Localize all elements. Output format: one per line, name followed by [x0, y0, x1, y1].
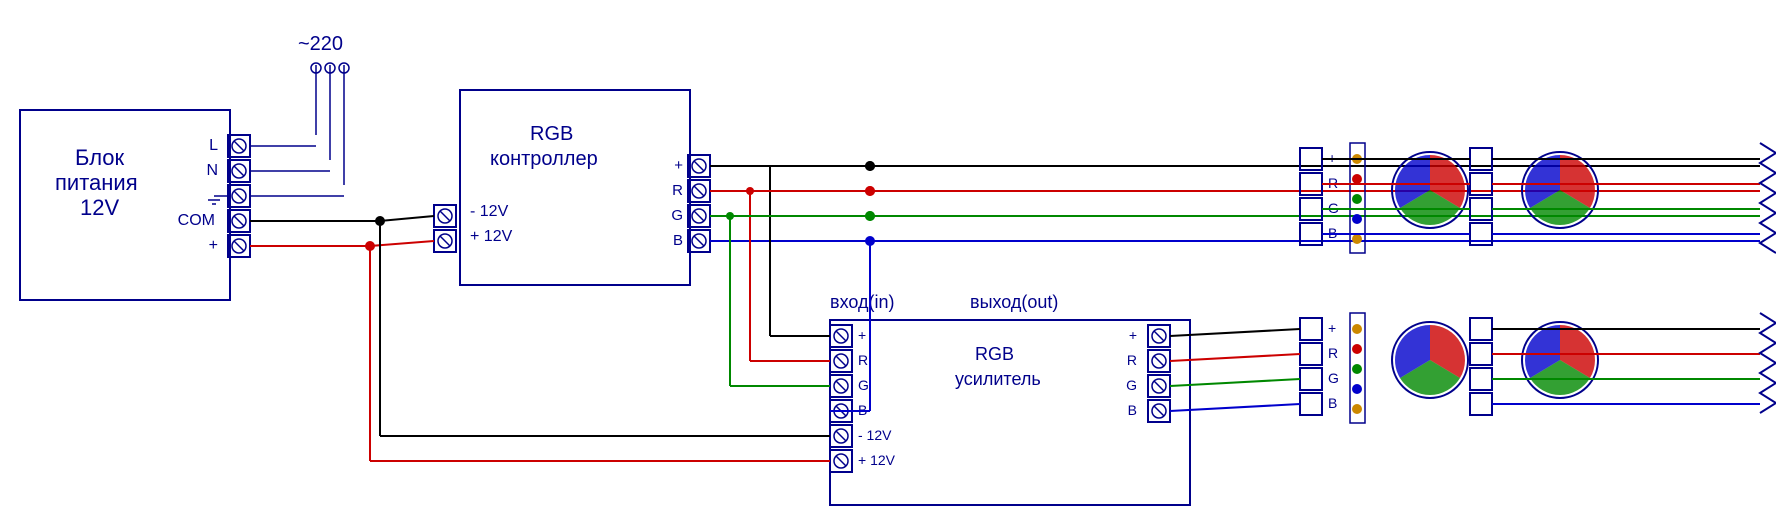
rgb-controller-label2: контроллер	[490, 148, 598, 170]
power-supply-voltage: 12V	[80, 195, 119, 220]
power-supply-label2: питания	[55, 170, 138, 195]
terminal-L: L	[209, 137, 218, 154]
amp-in-G: G	[858, 377, 869, 393]
ac-voltage-label: ~220	[298, 33, 343, 55]
strip2-plus: +	[1328, 320, 1336, 336]
strip2-G: G	[1328, 370, 1339, 386]
input-label: вход(in)	[830, 292, 894, 312]
strip2-R: R	[1328, 345, 1338, 361]
terminal-N: N	[206, 162, 218, 179]
strip2-B: B	[1328, 395, 1337, 411]
rgb-controller-label1: RGB	[530, 123, 573, 145]
ctrl-out-G: G	[671, 207, 683, 224]
amp-in-plus2: + 12V	[858, 452, 896, 468]
amp-in-plus: +	[858, 327, 866, 343]
amp-in-minus: - 12V	[858, 427, 892, 443]
terminal-COM: COM	[178, 212, 215, 229]
output-label: выход(out)	[970, 292, 1058, 312]
amp-out-G: G	[1126, 377, 1137, 393]
amp-out-B: B	[1128, 402, 1137, 418]
amp-label1: RGB	[975, 344, 1014, 364]
ctrl-plus-label: + 12V	[470, 228, 513, 245]
power-supply-label: Блок	[75, 145, 125, 170]
ctrl-out-R: R	[672, 182, 683, 199]
terminal-plus-ps: +	[209, 237, 218, 254]
amp-out-R: R	[1127, 352, 1137, 368]
ctrl-minus-label: - 12V	[470, 203, 509, 220]
wiring-diagram: Блок питания 12V L N COM + ~220 RGB конт	[0, 0, 1776, 528]
ctrl-out-B: B	[673, 232, 683, 249]
ctrl-out-plus: +	[674, 157, 683, 174]
amp-label2: усилитель	[955, 369, 1041, 389]
amp-out-plus: +	[1129, 327, 1137, 343]
amp-in-R: R	[858, 352, 868, 368]
